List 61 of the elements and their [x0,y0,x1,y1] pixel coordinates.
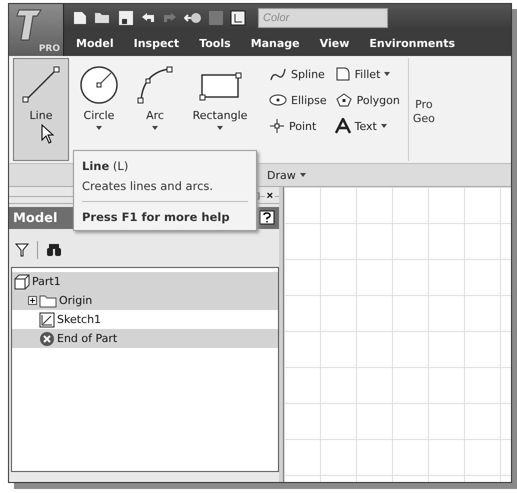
tooltip-description: Creates lines and arcs. [82,179,214,193]
tree-label: Sketch1 [57,313,102,326]
new-file-icon[interactable] [72,10,88,26]
ellipse-icon [269,93,287,107]
tool-button[interactable]: Rectangle [185,58,255,161]
ribbon-tab[interactable]: View [320,37,350,50]
tree-label: Part1 [32,275,61,288]
redo-icon [162,10,178,24]
end-marker-icon [39,330,55,346]
return-icon[interactable] [184,12,202,24]
select-icon[interactable] [230,10,246,26]
panel-menu[interactable]: Draw [267,168,306,182]
circle-icon [79,65,119,105]
expand-icon[interactable] [28,296,37,305]
logo-icon [15,8,45,42]
ribbon-tab[interactable]: Model [76,37,114,50]
tree-label: End of Part [57,332,118,345]
caret-icon [217,126,223,130]
spline-icon [269,66,287,82]
tree-row[interactable]: Origin [12,291,278,310]
ribbon-tab[interactable]: Inspect [134,37,180,50]
tool-button[interactable]: Circle [73,58,125,161]
caret-icon [300,173,306,177]
polygon-icon [334,92,353,108]
ribbon-tab[interactable]: Environments [369,37,456,50]
folder-icon [39,294,57,308]
caret-icon [96,126,102,130]
tree-row[interactable]: End of Part [12,329,278,348]
cube-icon [14,274,30,290]
save-icon[interactable] [118,10,134,26]
color-dropdown[interactable]: Color [258,8,388,28]
cursor-icon [41,124,55,144]
text-letter-icon [334,118,351,134]
tool-button[interactable]: Line [13,58,69,161]
fillet-icon [334,66,351,82]
ribbon-tab[interactable]: Manage [250,37,300,50]
tool-button[interactable]: Point [269,116,327,136]
tool-label: Pro [415,98,433,111]
undo-icon[interactable] [140,10,156,24]
tree-label: Origin [59,294,92,307]
tool-button[interactable]: Spline [269,64,327,84]
tool-label: Geo [412,112,435,125]
binoculars-icon[interactable] [46,243,62,257]
tooltip-title: Line (L) [82,159,130,173]
arc-icon [135,65,175,105]
tool-button[interactable]: Text [334,116,400,136]
ribbon-tab[interactable]: Tools [199,37,231,50]
help-icon[interactable] [259,210,275,226]
tool-button[interactable]: Arc [129,58,181,161]
tool-button[interactable]: Ellipse [269,90,327,110]
filter-icon[interactable] [15,243,29,257]
sketch-icon [39,312,55,328]
tool-button[interactable]: Fillet [334,64,400,84]
tool-button[interactable]: Polygon [334,90,400,110]
tree-row[interactable]: Part1 [12,272,278,291]
tooltip-help: Press F1 for more help [82,201,248,224]
line-icon [21,65,61,105]
caret-icon [152,126,158,130]
open-folder-icon[interactable] [94,10,112,24]
point-icon [269,118,285,134]
app-menu-button[interactable]: PRO [9,4,64,56]
